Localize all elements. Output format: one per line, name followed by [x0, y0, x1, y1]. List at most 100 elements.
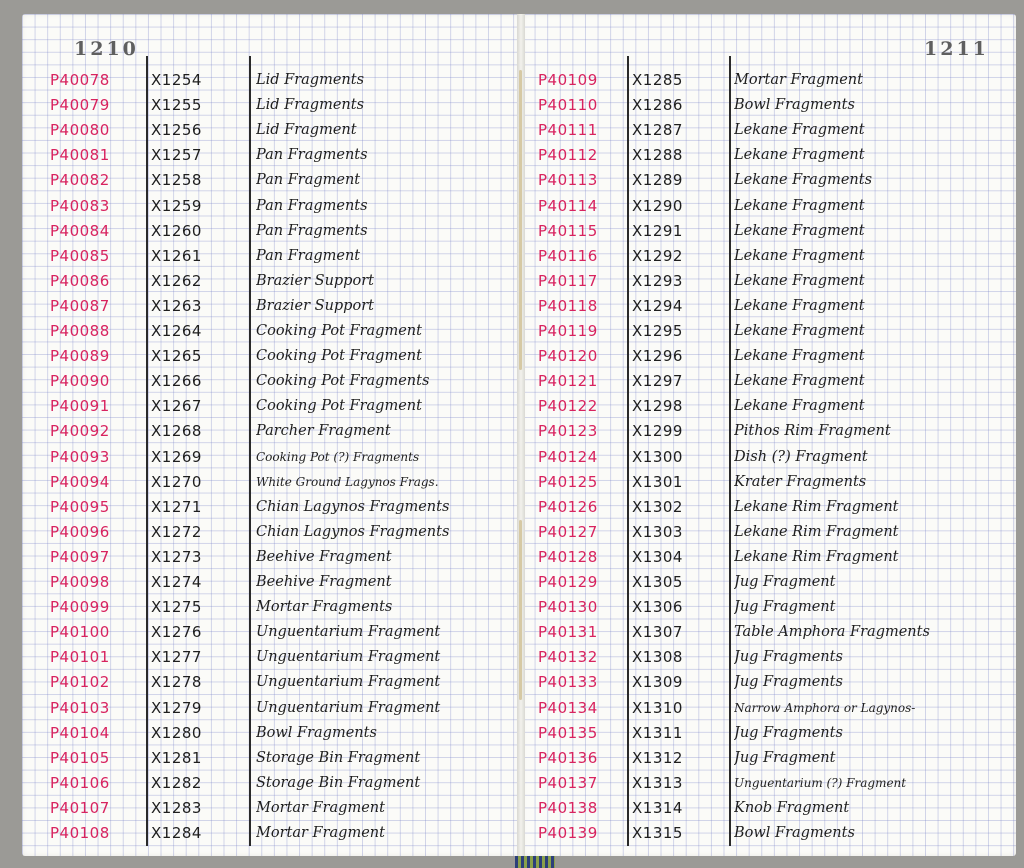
register-row: P40114 X1290 Lekane Fragment	[0, 194, 1024, 219]
pottery-number: P40122	[538, 397, 598, 416]
right-page-number: 1211	[924, 38, 989, 60]
pottery-number: P40121	[538, 372, 598, 391]
object-description: Jug Fragments	[734, 674, 843, 691]
object-description: Lekane Fragment	[734, 348, 865, 365]
inventory-number: X1313	[632, 773, 683, 792]
object-description: Lekane Fragments	[734, 172, 873, 189]
object-description: Jug Fragment	[734, 599, 836, 616]
inventory-number: X1309	[632, 673, 683, 692]
inventory-number: X1307	[632, 623, 683, 642]
inventory-number: X1296	[632, 347, 683, 366]
register-row: P40120 X1296 Lekane Fragment	[0, 344, 1024, 369]
object-description: Lekane Fragment	[734, 323, 865, 339]
object-description: Lekane Rim Fragment	[734, 523, 899, 540]
register-row: P40133 X1309 Jug Fragments	[0, 670, 1024, 695]
inventory-number: X1302	[632, 497, 683, 516]
inventory-number: X1311	[632, 723, 683, 742]
object-description: Lekane Rim Fragment	[734, 498, 899, 515]
inventory-number: X1289	[632, 171, 683, 190]
pottery-number: P40113	[538, 171, 598, 190]
object-description: Lekane Fragment	[734, 247, 865, 264]
object-description: Lekane Rim Fragment	[734, 548, 899, 565]
register-row: P40137 X1313 Unguentarium (?) Fragment	[0, 771, 1024, 796]
register-row: P40131 X1307 Table Amphora Fragments	[0, 620, 1024, 645]
inventory-number: X1297	[632, 372, 683, 391]
left-page-number: 1210	[74, 38, 139, 60]
object-description: Mortar Fragment	[734, 72, 863, 88]
inventory-number: X1315	[632, 824, 683, 842]
register-row: P40112 X1288 Lekane Fragment	[0, 143, 1024, 168]
register-row: P40115 X1291 Lekane Fragment	[0, 219, 1024, 244]
register-row: P40123 X1299 Pithos Rim Fragment	[0, 419, 1024, 444]
register-row: P40125 X1301 Krater Fragments	[0, 470, 1024, 495]
register-row: P40110 X1286 Bowl Fragments	[0, 93, 1024, 118]
pottery-number: P40130	[538, 598, 598, 617]
pottery-number: P40125	[538, 472, 598, 491]
register-row: P40124 X1300 Dish (?) Fragment	[0, 445, 1024, 470]
inventory-number: X1288	[632, 146, 683, 165]
register-row: P40127 X1303 Lekane Rim Fragment	[0, 520, 1024, 545]
register-row: P40138 X1314 Knob Fragment	[0, 796, 1024, 821]
object-description: Bowl Fragments	[734, 97, 855, 114]
object-description: Narrow Amphora or Lagynos-	[734, 700, 916, 715]
object-description: Jug Fragments	[734, 649, 843, 666]
pottery-number: P40114	[538, 196, 598, 215]
pottery-number: P40124	[538, 447, 598, 466]
object-description: Unguentarium (?) Fragment	[734, 775, 907, 790]
pottery-number: P40120	[538, 347, 598, 366]
register-row: P40135 X1311 Jug Fragments	[0, 721, 1024, 746]
inventory-number: X1310	[632, 698, 683, 717]
object-description: Lekane Fragment	[734, 373, 865, 390]
pottery-number: P40119	[538, 322, 598, 340]
register-row: P40122 X1298 Lekane Fragment	[0, 394, 1024, 419]
register-row: P40116 X1292 Lekane Fragment	[0, 244, 1024, 269]
object-description: Dish (?) Fragment	[734, 448, 868, 465]
inventory-number: X1295	[632, 322, 683, 340]
register-row: P40118 X1294 Lekane Fragment	[0, 294, 1024, 319]
pottery-number: P40131	[538, 623, 598, 642]
pottery-number: P40110	[538, 96, 598, 115]
inventory-number: X1298	[632, 397, 683, 416]
pottery-number: P40133	[538, 673, 598, 692]
register-row: P40129 X1305 Jug Fragment	[0, 570, 1024, 595]
pottery-number: P40117	[538, 271, 598, 290]
pottery-number: P40135	[538, 723, 598, 742]
pottery-number: P40138	[538, 798, 598, 817]
object-description: Pithos Rim Fragment	[734, 423, 891, 440]
inventory-number: X1306	[632, 598, 683, 617]
pottery-number: P40118	[538, 296, 598, 315]
object-description: Krater Fragments	[734, 473, 867, 490]
object-description: Lekane Fragment	[734, 147, 865, 164]
register-row: P40130 X1306 Jug Fragment	[0, 595, 1024, 620]
register-row: P40119 X1295 Lekane Fragment	[0, 319, 1024, 344]
pottery-number: P40132	[538, 648, 598, 667]
register-row: P40132 X1308 Jug Fragments	[0, 645, 1024, 670]
object-description: Lekane Fragment	[734, 297, 865, 314]
notebook-spread: 1210 1211 P40078 X1254 Lid Fragments P40079…	[0, 0, 1024, 868]
inventory-number: X1294	[632, 296, 683, 315]
inventory-number: X1300	[632, 447, 683, 466]
inventory-number: X1286	[632, 96, 683, 115]
pottery-number: P40128	[538, 547, 598, 566]
inventory-number: X1308	[632, 648, 683, 667]
object-description: Table Amphora Fragments	[734, 624, 930, 641]
inventory-number: X1305	[632, 573, 683, 591]
register-row: P40111 X1287 Lekane Fragment	[0, 118, 1024, 143]
pottery-number: P40127	[538, 522, 598, 541]
inventory-number: X1293	[632, 271, 683, 290]
object-description: Jug Fragment	[734, 749, 836, 766]
object-description: Lekane Fragment	[734, 197, 865, 214]
inventory-number: X1292	[632, 246, 683, 265]
inventory-number: X1304	[632, 547, 683, 566]
pottery-number: P40129	[538, 573, 598, 591]
object-description: Lekane Fragment	[734, 272, 865, 289]
inventory-number: X1290	[632, 196, 683, 215]
inventory-number: X1314	[632, 798, 683, 817]
register-row: P40117 X1293 Lekane Fragment	[0, 269, 1024, 294]
register-row: P40121 X1297 Lekane Fragment	[0, 369, 1024, 394]
register-row: P40136 X1312 Jug Fragment	[0, 746, 1024, 771]
pottery-number: P40134	[538, 698, 598, 717]
pottery-number: P40115	[538, 221, 598, 240]
inventory-number: X1287	[632, 121, 683, 140]
pottery-number: P40126	[538, 497, 598, 516]
